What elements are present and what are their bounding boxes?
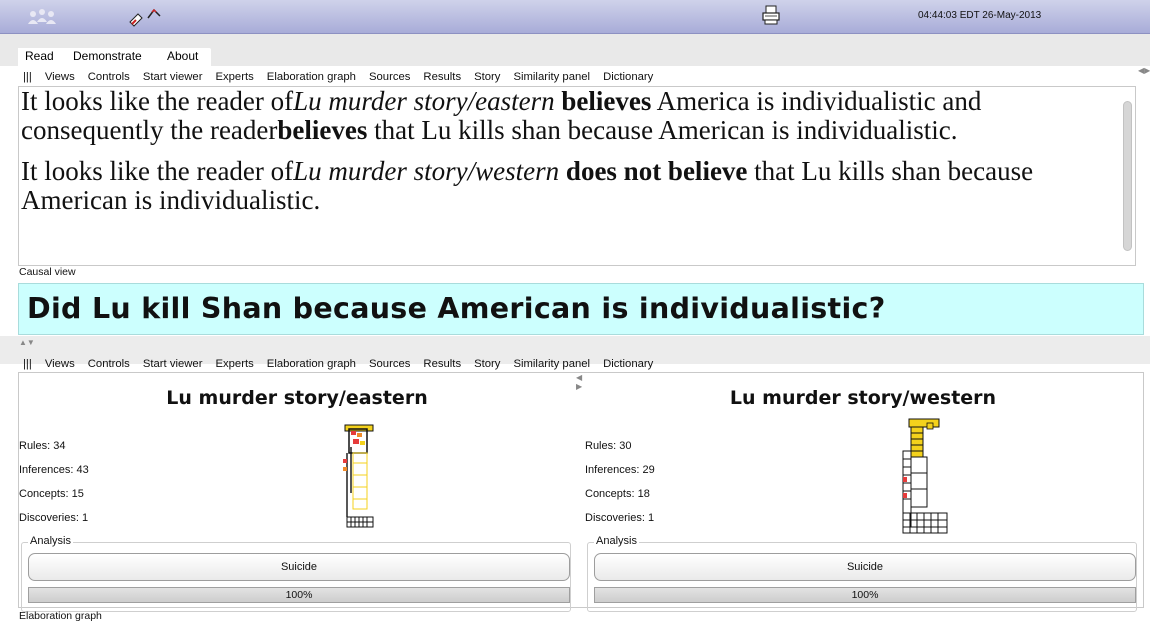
- toolbar-sources[interactable]: Sources: [369, 71, 410, 83]
- toolbar-experts[interactable]: Experts: [215, 358, 253, 370]
- top-toolbar: ||| Views Controls Start viewer Experts …: [18, 69, 653, 85]
- toolbar-sources[interactable]: Sources: [369, 358, 410, 370]
- printer-icon[interactable]: [760, 4, 782, 26]
- suicide-button[interactable]: Suicide: [594, 553, 1136, 581]
- menu-bar: Read Demonstrate About: [0, 34, 1150, 66]
- toolbar-story[interactable]: Story: [474, 358, 500, 370]
- toolbar-grip[interactable]: |||: [23, 358, 32, 370]
- rules-count: Rules: 30: [585, 440, 632, 452]
- toolbar-dictionary[interactable]: Dictionary: [603, 358, 653, 370]
- analysis-progress-bar: 100%: [28, 587, 570, 603]
- story-panel-western: Lu murder story/western Rules: 30 Infere…: [585, 373, 1141, 612]
- progress-text: 100%: [285, 589, 313, 601]
- toolbar-similarity-panel[interactable]: Similarity panel: [513, 71, 590, 83]
- toolbar-controls[interactable]: Controls: [88, 71, 130, 83]
- causal-view-label: Causal view: [19, 266, 76, 278]
- menu-read[interactable]: Read: [25, 49, 54, 63]
- toolbar-similarity-panel[interactable]: Similarity panel: [513, 358, 590, 370]
- toolbar-elaboration-graph[interactable]: Elaboration graph: [267, 71, 356, 83]
- toolbar-story[interactable]: Story: [474, 71, 500, 83]
- bottom-toolbar: ||| Views Controls Start viewer Experts …: [18, 356, 653, 372]
- vertical-scrollbar[interactable]: [1123, 101, 1132, 251]
- toolbar-start-viewer[interactable]: Start viewer: [143, 358, 203, 370]
- toolbar-start-viewer[interactable]: Start viewer: [143, 71, 203, 83]
- toolbar-dictionary[interactable]: Dictionary: [603, 71, 653, 83]
- suicide-button[interactable]: Suicide: [28, 553, 570, 581]
- reader-paragraph-eastern: It looks like the reader ofLu murder sto…: [21, 86, 982, 145]
- reader-text: It looks like the reader ofLu murder sto…: [21, 87, 1111, 227]
- story-title: Lu murder story/eastern: [166, 387, 428, 409]
- toolbar-controls[interactable]: Controls: [88, 358, 130, 370]
- menu-about[interactable]: About: [167, 49, 198, 63]
- discoveries-count: Discoveries: 1: [585, 512, 655, 524]
- panel-arrow-icon[interactable]: ◀▶: [1138, 66, 1150, 75]
- toolbar-grip[interactable]: |||: [23, 71, 32, 83]
- toolbar-views[interactable]: Views: [45, 358, 75, 370]
- people-logo-icon: [28, 9, 56, 24]
- rules-count: Rules: 34: [19, 440, 66, 452]
- elaboration-area: Lu murder story/eastern Rules: 34 Infere…: [18, 372, 1144, 612]
- toolbar-results[interactable]: Results: [423, 358, 461, 370]
- reader-panel: It looks like the reader ofLu murder sto…: [18, 86, 1136, 266]
- concepts-count: Concepts: 15: [19, 488, 84, 500]
- toolbar-results[interactable]: Results: [423, 71, 461, 83]
- discoveries-count: Discoveries: 1: [19, 512, 89, 524]
- elaboration-graph-eastern[interactable]: [341, 423, 381, 531]
- toolbar-experts[interactable]: Experts: [215, 71, 253, 83]
- progress-text: 100%: [851, 589, 879, 601]
- question-banner: Did Lu kill Shan because American is ind…: [18, 283, 1144, 335]
- title-bar: 04:44:03 EDT 26-May-2013: [0, 0, 1150, 34]
- analysis-label: Analysis: [28, 535, 73, 547]
- elaboration-graph-western[interactable]: [901, 417, 961, 539]
- analysis-label: Analysis: [594, 535, 639, 547]
- split-arrows-icon[interactable]: ▲▼: [19, 338, 35, 347]
- tool-arrows-icon[interactable]: [124, 6, 168, 28]
- toolbar-elaboration-graph[interactable]: Elaboration graph: [267, 358, 356, 370]
- analysis-box: Analysis Suicide 100%: [21, 535, 571, 612]
- analysis-progress-bar: 100%: [594, 587, 1136, 603]
- menu-demonstrate[interactable]: Demonstrate: [73, 49, 142, 63]
- inferences-count: Inferences: 29: [585, 464, 655, 476]
- inferences-count: Inferences: 43: [19, 464, 89, 476]
- story-title: Lu murder story/western: [729, 387, 997, 409]
- splitter-arrows-icon[interactable]: ◀ ▶: [576, 373, 582, 391]
- analysis-box: Analysis Suicide 100%: [587, 535, 1137, 612]
- concepts-count: Concepts: 18: [585, 488, 650, 500]
- toolbar-views[interactable]: Views: [45, 71, 75, 83]
- clock-text: 04:44:03 EDT 26-May-2013: [918, 10, 1042, 21]
- elaboration-graph-label: Elaboration graph: [19, 610, 102, 622]
- reader-paragraph-western: It looks like the reader ofLu murder sto…: [21, 156, 1034, 215]
- story-panel-eastern: Lu murder story/eastern Rules: 34 Infere…: [19, 373, 575, 612]
